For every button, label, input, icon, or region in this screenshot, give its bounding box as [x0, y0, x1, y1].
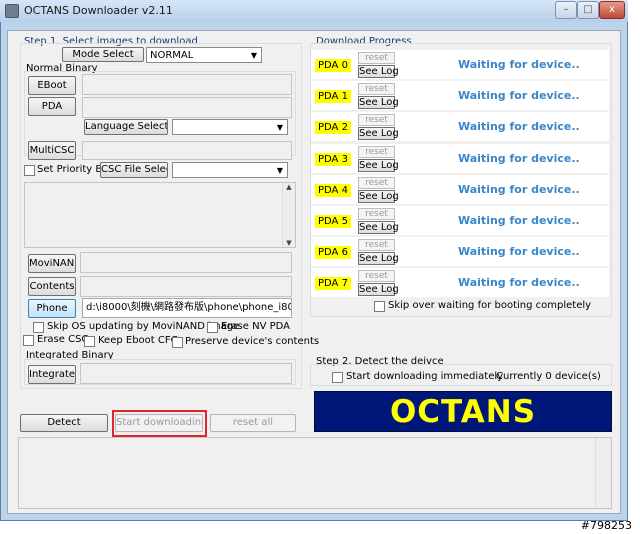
progress-row: PDA 4 reset See Log Waiting for device.. — [311, 175, 609, 204]
device-status: Waiting for device.. — [458, 214, 580, 227]
pda-label: PDA 1 — [315, 90, 351, 103]
pda-label: PDA 6 — [315, 246, 351, 259]
see-log-button[interactable]: See Log — [358, 96, 399, 109]
skip-over-label: Skip over waiting for booting completely — [388, 300, 592, 311]
pda-path-field — [82, 97, 292, 118]
mode-select-value: NORMAL — [150, 50, 194, 61]
progress-row: PDA 5 reset See Log Waiting for device.. — [311, 206, 609, 235]
progress-row: PDA 0 reset See Log Waiting for device.. — [311, 50, 609, 79]
reset-all-button[interactable]: reset all — [210, 414, 296, 432]
phone-path-field[interactable]: d:\i8000\刻機\網路發布版\phone\phone_i8000xxj — [82, 298, 292, 318]
pda-label: PDA 0 — [315, 59, 351, 72]
device-status: Waiting for device.. — [458, 152, 580, 165]
erase-nv-checkbox[interactable] — [207, 322, 218, 333]
multicsc-button[interactable]: MultiCSC — [28, 141, 76, 160]
progress-row: PDA 1 reset See Log Waiting for device.. — [311, 81, 609, 110]
language-select-label: Language Select — [84, 119, 168, 135]
integrated-path-field — [80, 363, 292, 384]
progress-row: PDA 7 reset See Log Waiting for device.. — [311, 268, 609, 297]
device-status: Waiting for device.. — [458, 183, 580, 196]
log-scrollbar[interactable] — [595, 438, 611, 508]
set-priority-checkbox[interactable] — [24, 165, 35, 176]
start-immediately-label: Start downloading immediately — [346, 371, 504, 382]
pda-label: PDA 5 — [315, 215, 351, 228]
mode-select-dropdown[interactable]: NORMAL ▼ — [146, 47, 262, 63]
contents-path-field — [80, 276, 292, 297]
device-status: Waiting for device.. — [458, 120, 580, 133]
pda-label: PDA 7 — [315, 277, 351, 290]
skip-over-checkbox[interactable] — [374, 301, 385, 312]
progress-row: PDA 2 reset See Log Waiting for device.. — [311, 112, 609, 141]
language-select-dropdown[interactable]: ▼ — [172, 119, 288, 135]
log-area[interactable] — [18, 437, 612, 509]
eboot-button[interactable]: EBoot — [28, 76, 76, 95]
scroll-up-icon[interactable]: ▲ — [283, 183, 295, 191]
skip-os-checkbox[interactable] — [33, 322, 44, 333]
title-bar: OCTANS Downloader v2.11 – □ x — [0, 0, 628, 22]
pda-label: PDA 3 — [315, 153, 351, 166]
erase-csc-checkbox[interactable] — [23, 335, 34, 346]
progress-row: PDA 3 reset See Log Waiting for device.. — [311, 144, 609, 173]
integrated-button[interactable]: Integrated — [28, 365, 76, 384]
pda-reset-button[interactable]: reset — [358, 270, 395, 282]
pda-reset-button[interactable]: reset — [358, 239, 395, 251]
csc-file-select-dropdown[interactable]: ▼ — [172, 162, 288, 178]
csc-file-select-label: CSC File Select — [100, 162, 168, 178]
maximize-button[interactable]: □ — [577, 1, 599, 19]
see-log-button[interactable]: See Log — [358, 221, 399, 234]
pda-reset-button[interactable]: reset — [358, 146, 395, 158]
device-count: Currently 0 device(s) — [496, 371, 601, 382]
keep-eboot-checkbox[interactable] — [84, 336, 95, 347]
phone-button[interactable]: Phone — [28, 299, 76, 318]
pda-label: PDA 4 — [315, 184, 351, 197]
pda-reset-button[interactable]: reset — [358, 52, 395, 64]
preserve-contents-checkbox[interactable] — [172, 337, 183, 348]
see-log-button[interactable]: See Log — [358, 159, 399, 172]
movinand-button[interactable]: MoviNAND — [28, 254, 76, 273]
progress-row: PDA 6 reset See Log Waiting for device.. — [311, 237, 609, 266]
start-immediately-checkbox[interactable] — [332, 372, 343, 383]
pda-reset-button[interactable]: reset — [358, 208, 395, 220]
see-log-button[interactable]: See Log — [358, 190, 399, 203]
erase-nv-label: Erase NV PDA — [221, 321, 290, 332]
chevron-down-icon: ▼ — [250, 51, 257, 60]
start-downloading-button[interactable]: Start downloading — [115, 414, 203, 432]
multicsc-path-field — [82, 141, 292, 160]
watermark: #798253 — [580, 519, 632, 532]
device-status: Waiting for device.. — [458, 89, 580, 102]
close-button[interactable]: x — [599, 1, 625, 19]
minimize-button[interactable]: – — [555, 1, 577, 19]
pda-button[interactable]: PDA — [28, 97, 76, 116]
movinand-path-field — [80, 252, 292, 273]
see-log-button[interactable]: See Log — [358, 65, 399, 78]
pda-label: PDA 2 — [315, 121, 351, 134]
see-log-button[interactable]: See Log — [358, 127, 399, 140]
logo-text: OCTANS — [389, 394, 537, 430]
see-log-button[interactable]: See Log — [358, 252, 399, 265]
keep-eboot-label: Keep Eboot CFG — [98, 335, 179, 346]
mode-select-label: Mode Select — [62, 47, 144, 62]
pda-reset-button[interactable]: reset — [358, 114, 395, 126]
chevron-down-icon: ▼ — [276, 123, 283, 132]
pda-reset-button[interactable]: reset — [358, 177, 395, 189]
preserve-contents-label: Preserve device's contents — [185, 336, 320, 347]
device-status: Waiting for device.. — [458, 245, 580, 258]
device-status: Waiting for device.. — [458, 276, 580, 289]
scroll-down-icon[interactable]: ▼ — [283, 239, 295, 247]
list-scrollbar[interactable]: ▲ ▼ — [282, 183, 295, 247]
pda-reset-button[interactable]: reset — [358, 83, 395, 95]
eboot-path-field — [82, 74, 292, 95]
octans-logo: OCTANS — [314, 391, 612, 432]
csc-list-box[interactable]: ▲ ▼ — [24, 182, 296, 248]
chevron-down-icon: ▼ — [276, 166, 283, 175]
device-status: Waiting for device.. — [458, 58, 580, 71]
contents-button[interactable]: Contents — [28, 277, 76, 296]
detect-button[interactable]: Detect — [20, 414, 108, 432]
set-priority-label: Set Priority Bit — [37, 164, 109, 175]
app-icon — [5, 4, 19, 18]
erase-csc-label: Erase CSC — [37, 334, 89, 345]
see-log-button[interactable]: See Log — [358, 283, 399, 296]
window-title: OCTANS Downloader v2.11 — [24, 4, 173, 17]
